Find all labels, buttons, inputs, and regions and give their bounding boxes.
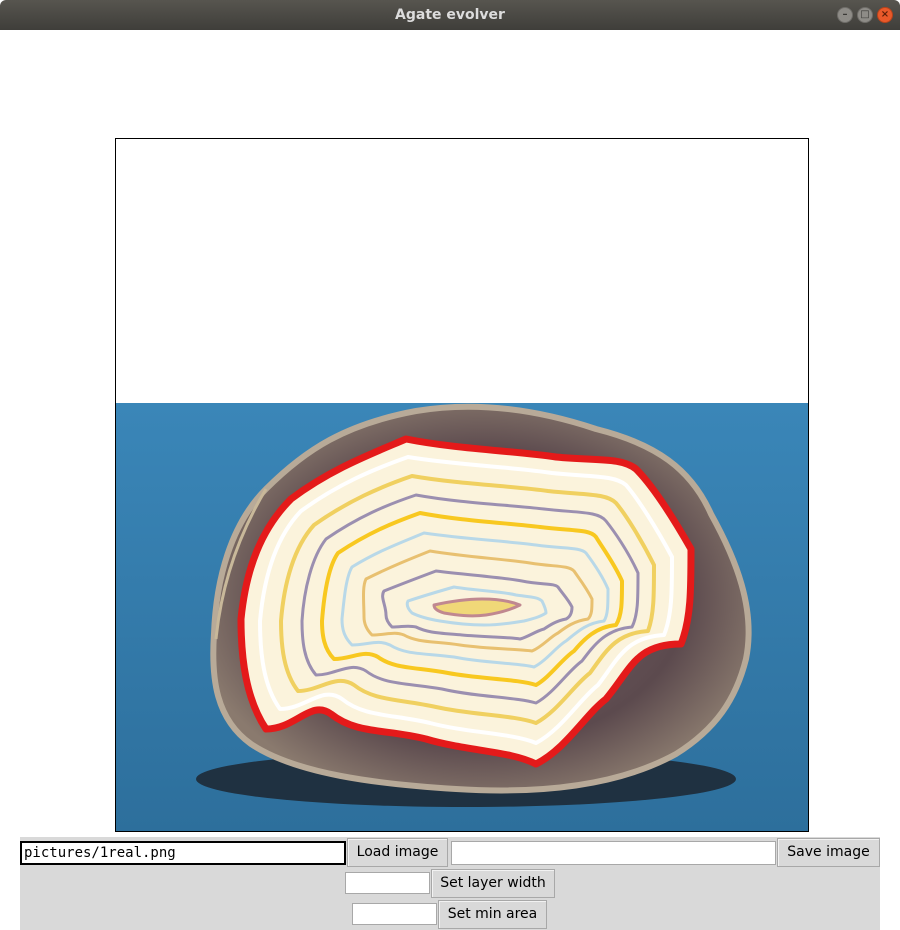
image-canvas[interactable] xyxy=(115,138,809,832)
minimize-icon: – xyxy=(842,9,848,20)
min-area-input[interactable] xyxy=(352,903,437,925)
load-image-button[interactable]: Load image xyxy=(347,838,448,867)
agate-slab-image xyxy=(116,139,808,831)
minimize-button[interactable]: – xyxy=(837,7,853,23)
maximize-button[interactable]: □ xyxy=(857,7,873,23)
set-min-area-button[interactable]: Set min area xyxy=(438,900,547,929)
blank-area xyxy=(116,139,808,403)
image-path-input[interactable]: pictures/1real.png xyxy=(20,841,346,865)
save-image-button[interactable]: Save image xyxy=(777,838,880,867)
title-bar[interactable]: Agate evolver – □ × xyxy=(0,0,900,30)
controls-panel: pictures/1real.png Load image Save image… xyxy=(20,837,880,930)
window-title: Agate evolver xyxy=(395,7,505,23)
set-layer-width-button[interactable]: Set layer width xyxy=(431,869,555,898)
close-icon: × xyxy=(880,9,890,20)
maximize-icon: □ xyxy=(860,9,870,20)
app-window: Agate evolver – □ × pictures/1real.png L… xyxy=(0,0,900,930)
close-button[interactable]: × xyxy=(877,7,893,23)
save-path-input[interactable] xyxy=(451,841,776,865)
layer-width-input[interactable] xyxy=(345,872,430,894)
